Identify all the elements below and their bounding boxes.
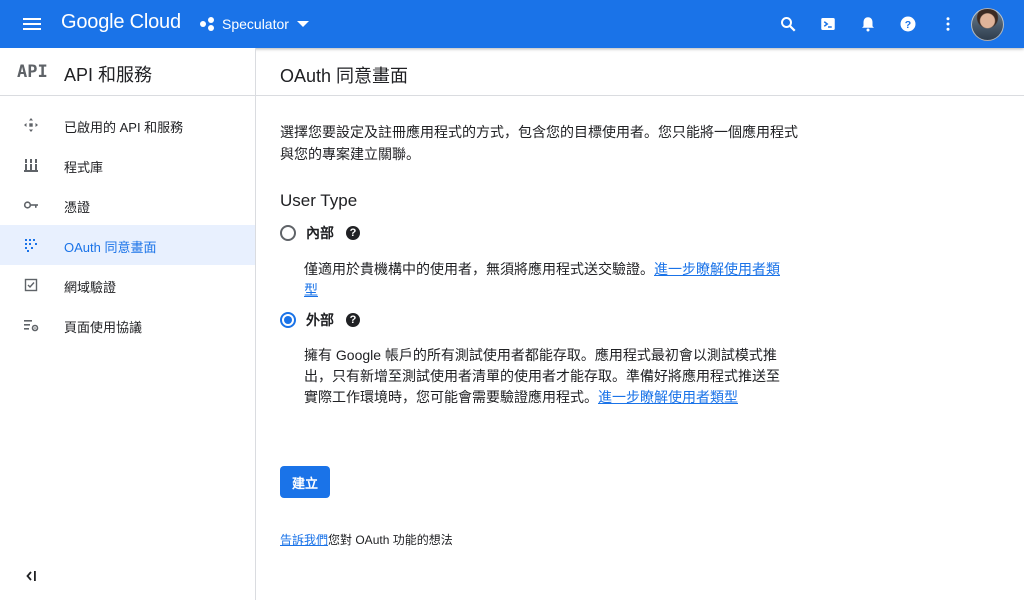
sidebar-item-page-usage-agreements[interactable]: 頁面使用協議 [0, 305, 255, 345]
sidebar-item-label: 已啟用的 API 和服務 [64, 120, 184, 135]
intro-text: 選擇您要設定及註冊應用程式的方式，包含您的目標使用者。您只能將一個應用程式與您的… [280, 124, 798, 162]
consent-icon [23, 237, 39, 253]
google-cloud-logo[interactable]: Google Cloud [61, 11, 181, 34]
feedback-text: 您對 OAuth 功能的想法 [328, 533, 453, 547]
dashboard-icon [23, 117, 39, 133]
chevron-down-icon [296, 21, 309, 27]
sidebar-header: API API 和服務 [0, 48, 255, 96]
sidebar-item-credentials[interactable]: 憑證 [0, 185, 255, 225]
create-button[interactable]: 建立 [280, 466, 330, 498]
sidebar-item-oauth-consent[interactable]: OAuth 同意畫面 [0, 225, 255, 265]
settings-list-icon [23, 317, 39, 333]
sidebar-item-domain-verification[interactable]: 網域驗證 [0, 265, 255, 305]
sidebar: API API 和服務 已啟用的 API 和服務 程式庫 憑證 OAuth 同意… [0, 48, 256, 600]
user-type-internal-option[interactable]: 內部 ? [280, 223, 360, 243]
menu-icon[interactable] [20, 12, 44, 36]
project-name: Speculator [222, 16, 289, 32]
library-icon [23, 157, 39, 173]
help-icon[interactable]: ? [896, 12, 920, 36]
internal-description-text: 僅適用於貴機構中的使用者，無須將應用程式送交驗證。 [304, 261, 654, 277]
page-title: OAuth 同意畫面 [280, 66, 409, 86]
help-icon[interactable]: ? [346, 226, 360, 240]
sidebar-item-enabled-apis[interactable]: 已啟用的 API 和服務 [0, 105, 255, 145]
feedback-line: 告訴我們您對 OAuth 功能的想法 [280, 531, 453, 548]
sidebar-item-library[interactable]: 程式庫 [0, 145, 255, 185]
key-icon [23, 197, 39, 213]
collapse-left-icon[interactable] [22, 566, 42, 586]
main-content: OAuth 同意畫面 選擇您要設定及註冊應用程式的方式，包含您的目標使用者。您只… [256, 48, 1024, 600]
cloud-shell-icon[interactable] [816, 12, 840, 36]
sidebar-title: API 和服務 [64, 65, 153, 85]
internal-label: 內部 [306, 225, 334, 241]
external-description: 擁有 Google 帳戶的所有測試使用者都能存取。應用程式最初會以測試模式推出，… [304, 345, 790, 408]
internal-description: 僅適用於貴機構中的使用者，無須將應用程式送交驗證。進一步瞭解使用者類型 [304, 259, 790, 301]
notifications-icon[interactable] [856, 12, 880, 36]
feedback-link[interactable]: 告訴我們 [280, 533, 328, 547]
search-icon[interactable] [776, 12, 800, 36]
sidebar-item-label: 程式庫 [64, 160, 104, 175]
user-type-heading: User Type [280, 191, 358, 210]
svg-text:?: ? [905, 19, 911, 31]
more-vert-icon[interactable] [936, 12, 960, 36]
sidebar-nav: 已啟用的 API 和服務 程式庫 憑證 OAuth 同意畫面 網域驗證 頁面使用… [0, 105, 255, 345]
help-icon[interactable]: ? [346, 313, 360, 327]
external-radio[interactable] [280, 312, 296, 328]
learn-more-user-types-link[interactable]: 進一步瞭解使用者類型 [598, 389, 738, 405]
page-header: OAuth 同意畫面 [256, 48, 1024, 96]
checkbox-icon [23, 277, 39, 293]
project-icon [200, 16, 216, 32]
internal-radio[interactable] [280, 225, 296, 241]
user-type-external-option[interactable]: 外部 ? [280, 310, 360, 330]
sidebar-item-label: 頁面使用協議 [64, 320, 143, 335]
api-logo: API [17, 62, 48, 82]
sidebar-item-label: OAuth 同意畫面 [64, 240, 157, 255]
sidebar-item-label: 憑證 [64, 200, 91, 215]
project-selector[interactable]: Speculator [200, 12, 309, 36]
sidebar-item-label: 網域驗證 [64, 280, 117, 295]
avatar[interactable] [971, 8, 1004, 41]
external-label: 外部 [306, 312, 334, 328]
top-app-bar: Google Cloud Speculator ? [0, 0, 1024, 48]
